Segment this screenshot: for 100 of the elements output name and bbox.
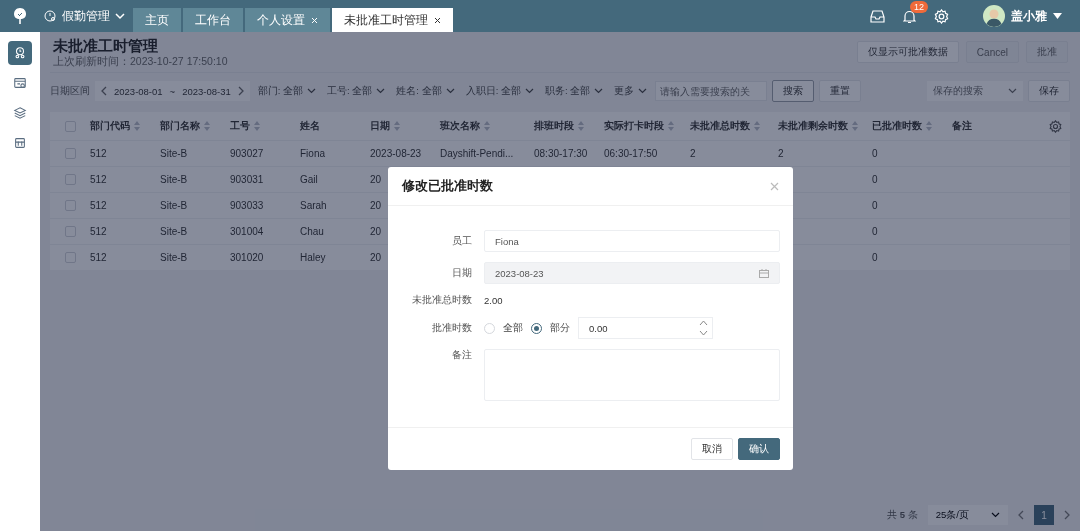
- notification-badge: 12: [910, 0, 928, 13]
- filter-dropdown[interactable]: 职务: 全部: [541, 84, 607, 98]
- table-cell-text: 903031: [230, 174, 265, 185]
- table-cell-text: Site-B: [160, 148, 189, 159]
- column-header-cell[interactable]: 部门代码: [90, 119, 160, 133]
- table-cell-text: 08:30-17:30: [534, 148, 589, 159]
- close-icon[interactable]: [434, 16, 441, 24]
- chevron-down-icon: [594, 88, 604, 94]
- column-header-cell[interactable]: 部门名称: [160, 119, 230, 133]
- column-header-cell[interactable]: 未批准剩余时数: [778, 119, 872, 133]
- bell-icon[interactable]: [903, 8, 916, 24]
- search-field[interactable]: 请输入需要搜索的关: [655, 81, 768, 101]
- chevron-down-icon: [115, 12, 125, 20]
- inbox-icon[interactable]: [870, 9, 885, 23]
- tab[interactable]: 主页: [133, 8, 181, 32]
- sort-icon[interactable]: [394, 121, 400, 131]
- sort-icon[interactable]: [852, 121, 858, 131]
- settings-icon[interactable]: [1048, 119, 1062, 133]
- field-label: 日期: [451, 266, 472, 280]
- table-cell-text: Site-B: [160, 200, 189, 211]
- chevron-down-icon: [638, 88, 648, 94]
- column-header-cell[interactable]: 姓名: [300, 119, 370, 133]
- dialog-button[interactable]: 确认: [738, 438, 780, 460]
- field-label: 员工: [451, 234, 472, 248]
- module-dropdown[interactable]: 假勤管理: [40, 0, 133, 32]
- column-header-cell[interactable]: 排班时段: [534, 119, 604, 133]
- tab[interactable]: 个人设置: [245, 8, 330, 32]
- sort-icon[interactable]: [578, 121, 584, 131]
- table-cell-text: Haley: [300, 252, 327, 263]
- table-cell-text: 0: [872, 252, 879, 263]
- spinner-icon[interactable]: [699, 319, 708, 337]
- radio-option[interactable]: 全部: [484, 321, 523, 335]
- employee-field[interactable]: Fiona: [484, 230, 780, 252]
- chevron-left-icon[interactable]: [101, 86, 107, 96]
- table-cell-text: 512: [90, 252, 108, 263]
- date-range-field[interactable]: 2023-08-01 ~ 2023-08-31: [95, 81, 250, 101]
- filter-dropdown[interactable]: 工号: 全部: [324, 84, 389, 98]
- avatar[interactable]: [983, 5, 1005, 27]
- table-cell-text: 20: [370, 174, 383, 185]
- table-cell-text: 512: [90, 174, 108, 185]
- filter-label: 日期区间: [50, 84, 90, 98]
- tree-logo-icon[interactable]: [13, 7, 27, 25]
- action-button[interactable]: 仅显示可批准数据: [856, 41, 959, 63]
- layers-icon: [13, 106, 27, 120]
- sort-icon[interactable]: [754, 121, 760, 131]
- column-header: 日期: [370, 119, 390, 133]
- column-header-cell[interactable]: 备注: [952, 119, 1040, 133]
- table-cell-text: 301020: [230, 252, 265, 263]
- clock-person-icon: [44, 9, 57, 23]
- dialog-button[interactable]: 取消: [691, 438, 733, 460]
- filter-dropdown[interactable]: 姓名: 全部: [393, 84, 458, 98]
- table-cell-text: 0: [872, 148, 879, 159]
- save-button[interactable]: 保存: [1028, 80, 1070, 102]
- close-button[interactable]: [770, 181, 779, 191]
- search-button[interactable]: 搜索: [772, 80, 815, 102]
- page-size-select[interactable]: 25条/页: [927, 505, 1008, 525]
- page-title: 未批准工时管理: [53, 37, 159, 55]
- clock-people-icon: [13, 46, 27, 60]
- filter-dropdown[interactable]: 入职日: 全部: [462, 84, 537, 98]
- table-cell-text: 2: [778, 148, 785, 159]
- number-field[interactable]: 0.00: [578, 317, 713, 339]
- sort-icon[interactable]: [668, 121, 674, 131]
- chevron-right-icon[interactable]: [237, 86, 244, 96]
- user-name[interactable]: 盖小雅: [1011, 8, 1047, 24]
- tab[interactable]: 工作台: [183, 8, 243, 32]
- page-button[interactable]: 1: [1034, 505, 1054, 525]
- table-cell-text: Gail: [300, 174, 319, 185]
- column-header-cell[interactable]: 未批准总时数: [690, 119, 778, 133]
- table-cell-text: 0: [872, 200, 879, 211]
- field-label: 批准时数: [431, 321, 472, 335]
- next-page-icon[interactable]: [1064, 510, 1070, 520]
- column-header-cell[interactable]: 已批准时数: [872, 119, 952, 133]
- table-cell-text: 20: [370, 226, 383, 237]
- column-header-cell[interactable]: 实际打卡时段: [604, 119, 690, 133]
- filter-dropdown[interactable]: 更多: [611, 84, 651, 98]
- calendar-icon: [759, 268, 769, 278]
- prev-page-icon[interactable]: [1018, 510, 1024, 520]
- sort-icon[interactable]: [926, 121, 932, 131]
- caret-down-icon[interactable]: [1053, 13, 1062, 19]
- sort-icon[interactable]: [254, 121, 260, 131]
- reset-button[interactable]: 重置: [819, 80, 862, 102]
- radio-option[interactable]: 部分: [531, 321, 570, 335]
- table-cell-text: Site-B: [160, 174, 189, 185]
- filter-dropdown[interactable]: 部门: 全部: [254, 84, 320, 98]
- column-header-cell[interactable]: 工号: [230, 119, 300, 133]
- table-icon: [13, 136, 27, 150]
- table-cell-text: 20: [370, 252, 383, 263]
- table-cell-text: 06:30-17:50: [604, 148, 659, 159]
- column-header-cell[interactable]: 班次名称: [440, 119, 534, 133]
- sort-icon[interactable]: [134, 121, 140, 131]
- tab[interactable]: 未批准工时管理: [332, 8, 453, 32]
- table-cell-text: Site-B: [160, 252, 189, 263]
- table-cell-text: 0: [872, 174, 879, 185]
- saved-search-select[interactable]: 保存的搜索: [927, 81, 1023, 101]
- sort-icon[interactable]: [204, 121, 210, 131]
- column-header-cell[interactable]: 日期: [370, 119, 440, 133]
- sort-icon[interactable]: [484, 121, 490, 131]
- column-header: 班次名称: [440, 119, 480, 133]
- column-header: 实际打卡时段: [604, 119, 664, 133]
- sidebar-item[interactable]: [8, 41, 32, 65]
